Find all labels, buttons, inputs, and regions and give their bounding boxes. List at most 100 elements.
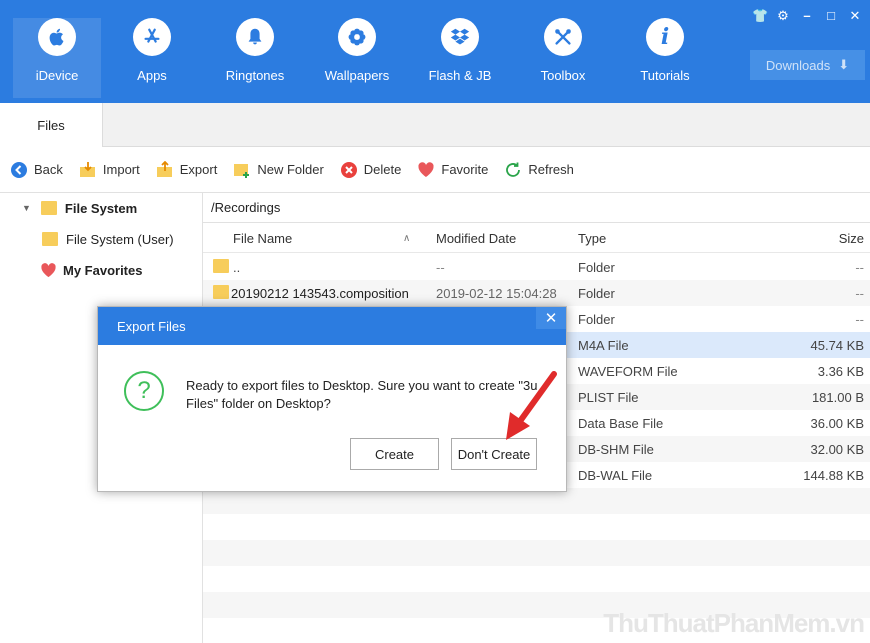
row-type: WAVEFORM File — [578, 364, 678, 379]
close-window-icon[interactable]: ✕ — [848, 8, 862, 24]
nav-label-apps: Apps — [137, 68, 167, 83]
maximize-icon[interactable]: □ — [824, 8, 838, 24]
tab-bar: Files — [0, 103, 870, 147]
refresh-button[interactable]: Refresh — [504, 161, 574, 179]
folder-icon — [213, 259, 229, 273]
refresh-label: Refresh — [528, 162, 574, 177]
nav-label-wallpapers: Wallpapers — [324, 68, 390, 83]
row-size: -- — [855, 312, 864, 327]
window-controls: 👕 ⚙ – □ ✕ — [752, 8, 862, 24]
export-button[interactable]: Export — [156, 160, 218, 179]
nav-ringtones[interactable]: Ringtones — [220, 18, 290, 83]
nav-toolbox[interactable]: Toolbox — [528, 18, 598, 83]
nav-idevice[interactable]: iDevice — [22, 18, 92, 83]
favorite-button[interactable]: Favorite — [417, 161, 488, 179]
row-size: 181.00 B — [811, 390, 864, 405]
sidebar-item-file-system-user[interactable]: File System (User) — [42, 225, 174, 253]
annotation-arrow-icon — [506, 371, 557, 440]
apple-icon — [38, 18, 76, 56]
delete-button[interactable]: Delete — [340, 161, 402, 179]
row-size: 36.00 KB — [810, 416, 865, 431]
table-row[interactable]: .. -- Folder -- — [203, 254, 870, 280]
row-type: Folder — [578, 286, 615, 301]
row-size: -- — [855, 260, 864, 275]
current-path: /Recordings — [211, 200, 281, 215]
row-type: PLIST File — [578, 390, 639, 405]
watermark-logo: ThuThuatPhanMem.vn — [603, 608, 865, 638]
new-folder-icon — [234, 163, 250, 178]
favorite-label: Favorite — [441, 162, 489, 177]
column-header-file-name[interactable]: File Name — [233, 231, 292, 246]
folder-icon — [40, 201, 57, 215]
minimize-icon[interactable]: – — [800, 8, 814, 24]
delete-icon — [340, 161, 357, 178]
bell-icon — [236, 18, 274, 56]
row-type: Data Base File — [578, 416, 664, 431]
row-size: 32.00 KB — [810, 442, 865, 457]
row-file-name: .. — [233, 260, 241, 275]
heart-icon — [418, 161, 434, 177]
row-type: Folder — [578, 260, 615, 275]
downloads-button[interactable]: Downloads ⬇ — [750, 50, 865, 80]
nav-label-tutorials: Tutorials — [640, 68, 690, 83]
row-type: M4A File — [578, 338, 629, 353]
tab-files-label: Files — [37, 117, 65, 133]
flower-icon — [338, 18, 376, 56]
delete-label: Delete — [363, 162, 402, 177]
download-arrow-icon: ⬇ — [838, 57, 850, 72]
new-folder-button[interactable]: New Folder — [233, 161, 324, 179]
sidebar-my-favorites-label: My Favorites — [63, 262, 143, 278]
create-button[interactable]: Create — [350, 438, 439, 470]
top-navigation-bar: iDevice Apps Ringtones Wallpapers Flash … — [0, 0, 870, 103]
table-row[interactable]: 20190212 143543.composition 2019-02-12 1… — [203, 280, 870, 306]
file-list-header: File Name ∧ Modified Date Type Size — [203, 223, 870, 253]
sidebar-file-system-user-label: File System (User) — [66, 231, 174, 247]
nav-label-toolbox: Toolbox — [540, 68, 586, 83]
row-modified-date: 2019-02-12 15:04:28 — [436, 286, 557, 301]
export-label: Export — [179, 162, 218, 177]
back-button[interactable]: Back — [10, 161, 63, 179]
sidebar-item-file-system[interactable]: ▼ File System — [22, 194, 137, 222]
shirt-icon[interactable]: 👕 — [752, 8, 768, 24]
import-label: Import — [102, 162, 140, 177]
nav-flash-jb[interactable]: Flash & JB — [425, 18, 495, 83]
row-size: 45.74 KB — [810, 338, 865, 353]
row-size: 144.88 KB — [803, 468, 864, 483]
info-icon: i — [646, 18, 684, 56]
column-header-type[interactable]: Type — [578, 231, 606, 246]
path-bar: /Recordings — [203, 193, 870, 223]
sidebar-item-my-favorites[interactable]: My Favorites — [40, 256, 142, 284]
row-file-name: 20190212 143543.composition — [231, 286, 409, 301]
tools-icon — [544, 18, 582, 56]
folder-icon — [213, 285, 229, 299]
nav-label-ringtones: Ringtones — [225, 68, 285, 83]
settings-gear-icon[interactable]: ⚙ — [776, 8, 790, 24]
column-header-size[interactable]: Size — [839, 231, 864, 246]
dropbox-icon — [441, 18, 479, 56]
dialog-close-icon[interactable]: ✕ — [536, 307, 566, 329]
import-folder-icon — [79, 161, 95, 177]
row-size: -- — [855, 286, 864, 301]
row-type: DB-SHM File — [578, 442, 654, 457]
nav-tutorials[interactable]: i Tutorials — [630, 18, 700, 83]
nav-wallpapers[interactable]: Wallpapers — [322, 18, 392, 83]
heart-icon — [41, 262, 56, 277]
folder-icon — [42, 232, 58, 246]
downloads-label: Downloads — [765, 57, 831, 73]
file-toolbar: Back Import Export New Folder Delete Fav… — [0, 147, 870, 193]
dialog-title: Export Files — [117, 318, 186, 334]
import-button[interactable]: Import — [79, 161, 140, 179]
export-folder-icon — [156, 160, 172, 177]
row-modified-date: -- — [436, 260, 445, 275]
nav-label-idevice: iDevice — [35, 68, 79, 83]
row-size: 3.36 KB — [817, 364, 864, 379]
back-arrow-icon — [11, 161, 27, 178]
tab-files[interactable]: Files — [0, 103, 103, 147]
tree-expand-icon[interactable]: ▼ — [22, 203, 31, 213]
row-type: Folder — [578, 312, 615, 327]
sidebar-file-system-label: File System — [64, 200, 138, 216]
column-header-modified-date[interactable]: Modified Date — [436, 231, 516, 246]
dialog-message: Ready to export files to Desktop. Sure y… — [186, 378, 538, 411]
empty-row — [203, 540, 870, 566]
nav-apps[interactable]: Apps — [117, 18, 187, 83]
